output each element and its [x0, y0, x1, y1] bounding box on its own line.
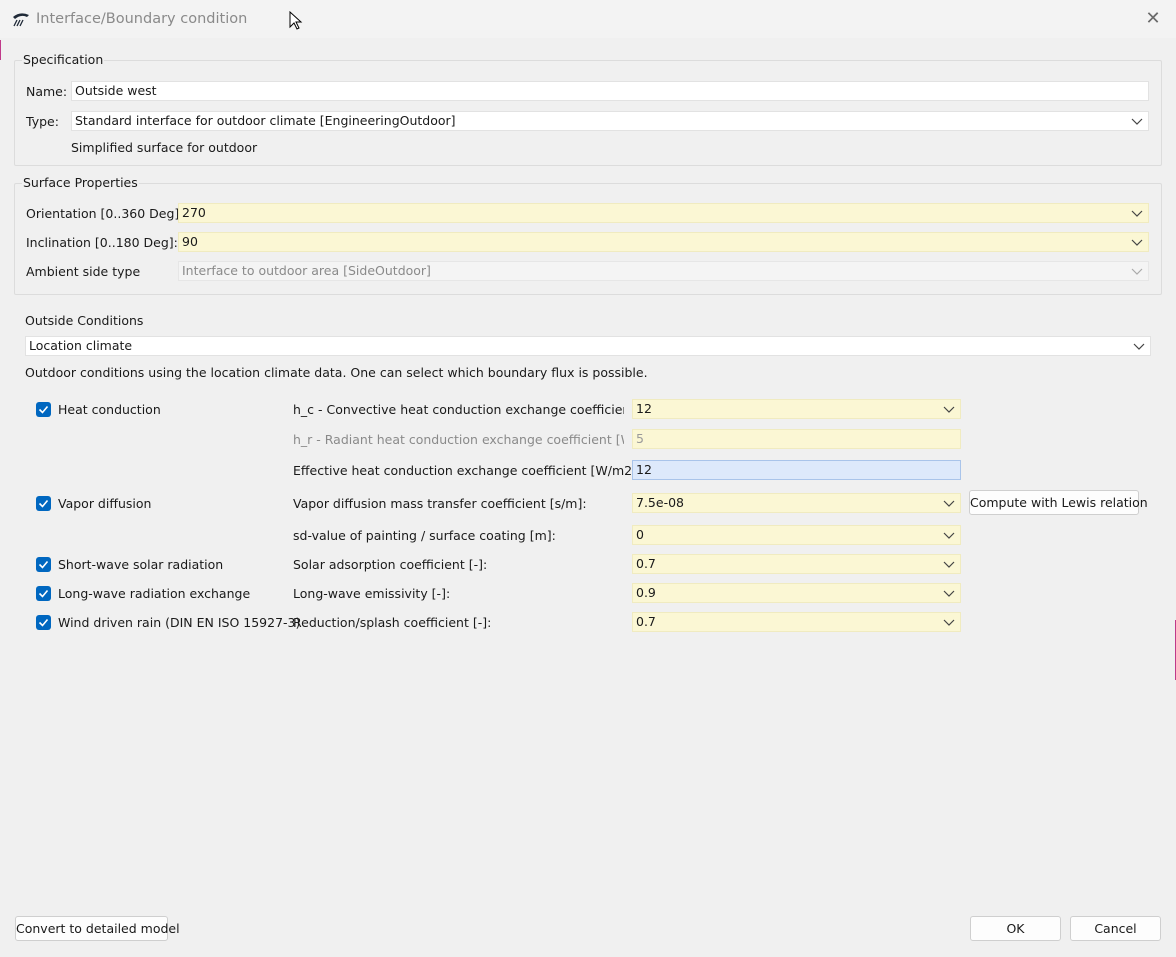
ok-button[interactable]: OK	[970, 916, 1061, 941]
name-label: Name:	[26, 84, 68, 99]
lewis-relation-button[interactable]: Compute with Lewis relation	[969, 490, 1148, 515]
rain-label: Wind driven rain (DIN EN ISO 15927-3)	[58, 615, 301, 630]
chevron-down-icon	[943, 406, 955, 413]
solar-radiation-checkbox[interactable]	[36, 557, 51, 572]
chevron-down-icon	[943, 590, 955, 597]
chevron-down-icon	[943, 532, 955, 539]
outside-conditions-title: Outside Conditions	[25, 313, 144, 328]
orientation-value: 270	[182, 205, 206, 220]
checkmark-icon	[38, 589, 49, 598]
background-window-edge	[0, 40, 1, 60]
chevron-down-icon	[1131, 118, 1143, 125]
checkmark-icon	[38, 405, 49, 414]
ambient-select: Interface to outdoor area [SideOutdoor]	[178, 261, 1149, 281]
chevron-down-icon	[943, 561, 955, 568]
chevron-down-icon	[1131, 268, 1143, 275]
checkmark-icon	[38, 560, 49, 569]
checkmark-icon	[38, 499, 49, 508]
inclination-label: Inclination [0..180 Deg]:	[26, 235, 178, 250]
rain-coef-value: 0.7	[636, 614, 656, 629]
rain-checkbox[interactable]	[36, 615, 51, 630]
hc-value: 12	[636, 401, 652, 416]
effective-label: Effective heat conduction exchange coeff…	[293, 463, 650, 478]
ambient-label: Ambient side type	[26, 264, 141, 279]
effective-field[interactable]: 12	[632, 460, 961, 480]
inclination-select[interactable]: 90	[178, 232, 1149, 252]
chevron-down-icon	[943, 619, 955, 626]
checkmark-icon	[38, 618, 49, 627]
outside-mode-select[interactable]: Location climate	[25, 336, 1151, 356]
solar-coef-value: 0.7	[636, 556, 656, 571]
sd-value: 0	[636, 527, 644, 542]
orientation-label: Orientation [0..360 Deg]:	[26, 206, 184, 221]
hr-value: 5	[636, 431, 644, 446]
vapor-coef-select[interactable]: 7.5e-08	[632, 493, 961, 513]
hr-field: 5	[632, 429, 961, 449]
type-label: Type:	[26, 114, 59, 129]
rain-coef-label: Reduction/splash coefficient [-]:	[293, 615, 492, 630]
ambient-value: Interface to outdoor area [SideOutdoor]	[182, 263, 431, 278]
name-field[interactable]: Outside west	[71, 81, 1149, 101]
longwave-coef-select[interactable]: 0.9	[632, 583, 961, 603]
longwave-coef-label: Long-wave emissivity [-]:	[293, 586, 451, 601]
inclination-value: 90	[182, 234, 198, 249]
surface-properties-title: Surface Properties	[22, 175, 139, 190]
vapor-coef-label: Vapor diffusion mass transfer coefficien…	[293, 496, 587, 511]
longwave-coef-value: 0.9	[636, 585, 656, 600]
solar-coef-label: Solar adsorption coefficient [-]:	[293, 557, 488, 572]
chevron-down-icon	[943, 500, 955, 507]
mouse-pointer-icon	[289, 11, 303, 30]
longwave-label: Long-wave radiation exchange	[58, 586, 251, 601]
vapor-diffusion-checkbox[interactable]	[36, 496, 51, 511]
sd-label: sd-value of painting / surface coating […	[293, 528, 556, 543]
chevron-down-icon	[1131, 210, 1143, 217]
longwave-checkbox[interactable]	[36, 586, 51, 601]
app-logo-icon	[13, 13, 29, 27]
hr-label: h_r - Radiant heat conduction exchange c…	[293, 432, 624, 447]
close-icon[interactable]: ✕	[1143, 10, 1163, 28]
specification-title: Specification	[22, 52, 105, 67]
hc-select[interactable]: 12	[632, 399, 961, 419]
solar-coef-select[interactable]: 0.7	[632, 554, 961, 574]
vapor-diffusion-label: Vapor diffusion	[58, 496, 152, 511]
solar-radiation-label: Short-wave solar radiation	[58, 557, 224, 572]
outside-mode-value: Location climate	[29, 338, 133, 353]
vapor-coef-value: 7.5e-08	[636, 495, 684, 510]
chevron-down-icon	[1131, 239, 1143, 246]
window-title: Interface/Boundary condition	[36, 11, 248, 27]
heat-conduction-label: Heat conduction	[58, 402, 161, 417]
outside-description: Outdoor conditions using the location cl…	[25, 365, 648, 380]
hc-label: h_c - Convective heat conduction exchang…	[293, 402, 624, 417]
orientation-select[interactable]: 270	[178, 203, 1149, 223]
cancel-button[interactable]: Cancel	[1070, 916, 1161, 941]
type-value: Standard interface for outdoor climate […	[75, 113, 456, 128]
effective-value: 12	[636, 462, 652, 477]
rain-coef-select[interactable]: 0.7	[632, 612, 961, 632]
chevron-down-icon	[1133, 343, 1145, 350]
title-bar: Interface/Boundary condition ✕	[0, 0, 1176, 38]
type-select[interactable]: Standard interface for outdoor climate […	[71, 111, 1149, 131]
type-description: Simplified surface for outdoor	[71, 140, 258, 155]
sd-select[interactable]: 0	[632, 525, 961, 545]
name-value: Outside west	[75, 83, 157, 98]
heat-conduction-checkbox[interactable]	[36, 402, 51, 417]
convert-button[interactable]: Convert to detailed model	[15, 916, 180, 941]
